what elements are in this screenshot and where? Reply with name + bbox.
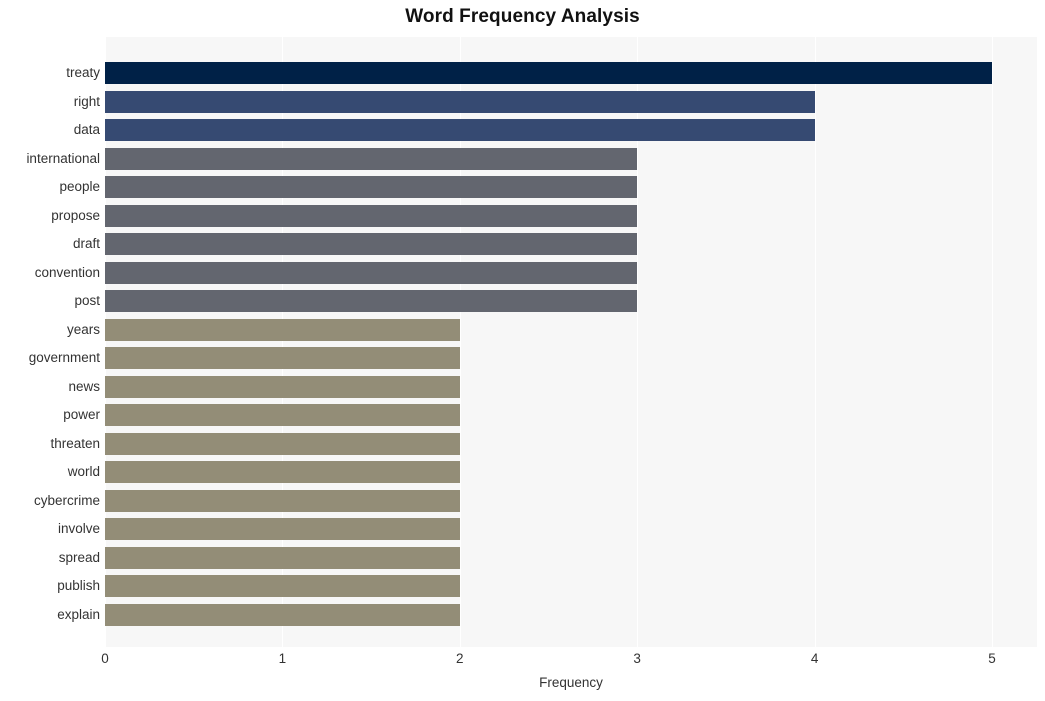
- y-axis-label-publish: publish: [57, 578, 100, 594]
- bar-row: [105, 230, 1037, 259]
- y-axis-label-convention: convention: [34, 264, 100, 280]
- x-axis-tick-2: 2: [456, 651, 464, 666]
- bar-row: [105, 287, 1037, 316]
- y-axis-label-threaten: threaten: [50, 435, 100, 451]
- x-axis-tick-5: 5: [988, 651, 996, 666]
- bar-row: [105, 116, 1037, 145]
- y-axis-label-years: years: [66, 321, 100, 337]
- bar: [105, 147, 638, 170]
- bar: [105, 261, 638, 284]
- bar: [105, 518, 460, 541]
- y-axis-label-right: right: [73, 93, 100, 109]
- y-axis-label-draft: draft: [72, 236, 100, 252]
- x-axis-tick-labels: 0 1 2 3 4 5: [101, 651, 1037, 671]
- bar-row: [105, 601, 1037, 630]
- bar-row: [105, 59, 1037, 88]
- x-axis-tick-3: 3: [633, 651, 641, 666]
- y-axis-label-propose: propose: [51, 207, 100, 223]
- bar-row: [105, 544, 1037, 573]
- x-axis-tick-4: 4: [810, 651, 819, 666]
- bar: [105, 489, 460, 512]
- y-axis-label-post: post: [74, 293, 100, 309]
- x-axis-tick-1: 1: [278, 651, 287, 666]
- chart-title: Word Frequency Analysis: [405, 6, 640, 27]
- bar-row: [105, 259, 1037, 288]
- bar-row: [105, 373, 1037, 402]
- bar: [105, 461, 460, 484]
- bar-row: [105, 173, 1037, 202]
- y-axis-label-involve: involve: [57, 521, 100, 537]
- bar: [105, 603, 460, 626]
- bar-row: [105, 145, 1037, 174]
- bar: [105, 546, 460, 569]
- bar: [105, 176, 638, 199]
- x-axis-tick-0: 0: [101, 651, 109, 666]
- bar: [105, 432, 460, 455]
- bar-row: [105, 458, 1037, 487]
- bar: [105, 62, 992, 85]
- bar: [105, 204, 638, 227]
- y-axis-label-spread: spread: [58, 549, 100, 565]
- bar: [105, 575, 460, 598]
- bar-row: [105, 88, 1037, 117]
- y-axis-label-international: international: [26, 150, 100, 166]
- plot-area: [105, 37, 1037, 647]
- bar: [105, 290, 638, 313]
- bar: [105, 404, 460, 427]
- y-axis-label-power: power: [63, 407, 100, 423]
- bar-row: [105, 344, 1037, 373]
- y-axis-label-news: news: [68, 378, 100, 394]
- y-axis-label-data: data: [73, 122, 100, 138]
- bar-row: [105, 515, 1037, 544]
- bar: [105, 318, 460, 341]
- bar: [105, 90, 815, 113]
- bar: [105, 375, 460, 398]
- bar-row: [105, 316, 1037, 345]
- y-axis-label-explain: explain: [57, 606, 100, 622]
- y-axis-label-cybercrime: cybercrime: [33, 492, 100, 508]
- y-axis-label-world: world: [67, 464, 100, 480]
- bar-row: [105, 202, 1037, 231]
- bar-row: [105, 487, 1037, 516]
- bar-row: [105, 572, 1037, 601]
- x-axis-title: Frequency: [539, 675, 603, 690]
- bar-row: [105, 430, 1037, 459]
- y-axis-label-government: government: [28, 350, 100, 366]
- bar: [105, 347, 460, 370]
- chart-figure: Word Frequency Analysis treaty right data i…: [0, 0, 1045, 701]
- bar: [105, 119, 815, 142]
- y-axis-label-treaty: treaty: [66, 65, 100, 81]
- bar: [105, 233, 638, 256]
- y-axis-label-people: people: [59, 179, 100, 195]
- y-axis-tick-labels: treaty right data international people propos…: [0, 37, 100, 647]
- bar-row: [105, 401, 1037, 430]
